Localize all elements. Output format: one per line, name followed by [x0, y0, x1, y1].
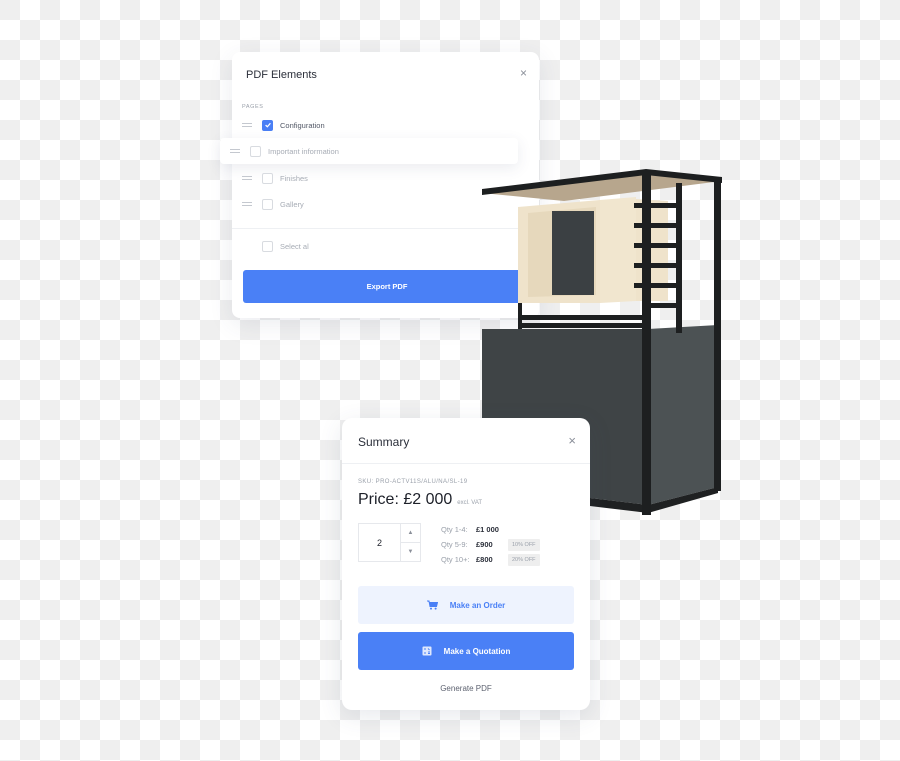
quotation-icon: [422, 646, 432, 656]
cabinet-side: [648, 325, 718, 505]
select-all-label: Select al: [280, 241, 309, 251]
page-item-label: Configuration: [280, 120, 325, 130]
close-icon[interactable]: ×: [520, 66, 527, 80]
price-tiers: Qty 1-4: £1 000 Qty 5-9: £900 10% OFF Qt…: [441, 522, 540, 567]
make-quotation-label: Make a Quotation: [443, 646, 511, 656]
quantity-stepper[interactable]: 2 ▲ ▼: [358, 523, 421, 562]
tier-qty: Qty 5-9:: [441, 540, 468, 549]
page-item-label: Important information: [268, 146, 339, 156]
divider: [342, 463, 590, 464]
price-row: Price: £2 000 excl. VAT: [358, 491, 482, 509]
check-icon: [264, 122, 271, 128]
decrement-arrow-icon[interactable]: ▼: [401, 543, 420, 561]
tier-price: £1 000: [476, 525, 499, 534]
checkbox-important-information[interactable]: [250, 145, 261, 157]
panel-title: PDF Elements: [246, 69, 317, 81]
price-tier-row: Qty 1-4: £1 000: [441, 522, 540, 537]
discount-badge: 10% OFF: [508, 538, 540, 551]
checkbox-gallery[interactable]: [262, 198, 273, 210]
summary-panel: Summary × SKU: PRO-ACTV11S/ALU/NA/SL-19 …: [342, 418, 590, 710]
summary-title: Summary: [358, 435, 410, 449]
page-item-label: Gallery: [280, 199, 304, 209]
checkbox-select-all[interactable]: [262, 240, 273, 252]
tier-price: £800: [476, 555, 493, 564]
pages-section-label: PAGES: [242, 104, 264, 110]
checkbox-finishes[interactable]: [262, 172, 273, 184]
page-item-important-information[interactable]: Important information: [220, 138, 518, 164]
make-quotation-button[interactable]: Make a Quotation: [358, 632, 574, 670]
close-icon[interactable]: ×: [568, 433, 576, 448]
tier-qty: Qty 10+:: [441, 555, 470, 564]
sku-label: SKU: PRO-ACTV11S/ALU/NA/SL-19: [358, 479, 468, 485]
generate-pdf-link[interactable]: Generate PDF: [342, 684, 590, 693]
price-tier-row: Qty 10+: £800 20% OFF: [441, 552, 540, 567]
drag-handle-icon[interactable]: [242, 176, 252, 180]
tier-qty: Qty 1-4:: [441, 525, 468, 534]
drag-handle-icon[interactable]: [242, 202, 252, 206]
page-item-configuration[interactable]: Configuration: [232, 112, 539, 138]
checkbox-configuration[interactable]: [262, 119, 273, 131]
quantity-input[interactable]: 2: [359, 524, 401, 561]
price-value: Price: £2 000: [358, 491, 453, 508]
discount-badge: 20% OFF: [508, 553, 540, 566]
price-note: excl. VAT: [457, 500, 483, 506]
page-item-label: Finishes: [280, 173, 308, 183]
tier-price: £900: [476, 540, 493, 549]
increment-arrow-icon[interactable]: ▲: [401, 524, 420, 543]
drag-handle-icon[interactable]: [230, 149, 240, 153]
make-order-label: Make an Order: [449, 600, 506, 610]
cart-icon: [426, 600, 438, 610]
drag-handle-icon[interactable]: [242, 123, 252, 127]
make-order-button[interactable]: Make an Order: [358, 586, 574, 624]
price-tier-row: Qty 5-9: £900 10% OFF: [441, 537, 540, 552]
